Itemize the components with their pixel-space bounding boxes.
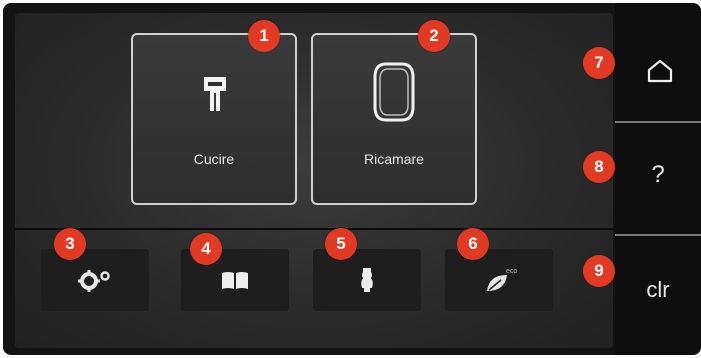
side-divider (615, 121, 701, 123)
help-label: ? (651, 161, 665, 188)
sewing-guide-icon (361, 268, 373, 292)
callout-badge: 2 (418, 20, 450, 52)
callout-badge: 5 (325, 228, 357, 260)
eco-label: eco (506, 268, 517, 275)
home-button[interactable] (615, 33, 701, 113)
side-divider (615, 234, 701, 236)
home-icon (647, 59, 673, 83)
settings-button[interactable] (41, 249, 149, 311)
callout-badge: 7 (583, 47, 615, 79)
eco-mode-button[interactable]: eco (445, 249, 553, 311)
embroidery-mode-button[interactable]: Ricamare (311, 33, 477, 205)
callout-badge: 1 (248, 20, 280, 52)
eco-mode-icon: eco (487, 268, 517, 291)
help-button[interactable]: ? (615, 127, 701, 227)
sewing-consultant-button[interactable] (313, 249, 421, 311)
embroidery-mode-label: Ricamare (364, 151, 424, 167)
callout-badge: 8 (583, 151, 615, 183)
callout-badge: 9 (583, 255, 615, 287)
clear-label: clr (646, 277, 670, 302)
presser-foot-icon (204, 77, 226, 111)
sewing-mode-label: Cucire (193, 151, 235, 167)
callout-badge: 3 (54, 228, 86, 260)
sewing-mode-button[interactable]: Cucire (131, 33, 297, 205)
settings-gears-icon (78, 270, 110, 292)
panel-divider (15, 228, 613, 230)
callout-badge: 6 (457, 228, 489, 260)
clear-button[interactable]: clr (615, 241, 701, 351)
callout-badge: 4 (190, 233, 222, 265)
machine-display: Cucire Ricamare eco ? clr 1 2 3 4 5 6 7 … (3, 3, 701, 355)
help-book-icon (222, 272, 248, 289)
embroidery-hoop-icon (373, 62, 415, 122)
